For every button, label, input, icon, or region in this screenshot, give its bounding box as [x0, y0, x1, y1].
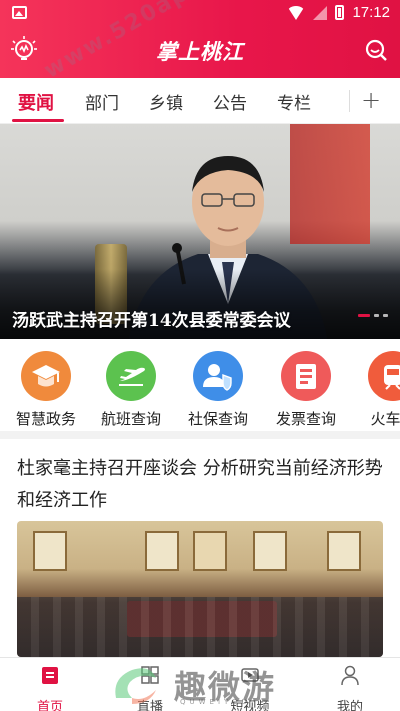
article-title[interactable]: 杜家毫主持召开座谈会 分析研究当前经济形势和经济工作: [17, 453, 387, 517]
tab-announcements[interactable]: 公告: [213, 89, 247, 114]
tab-columns[interactable]: 专栏: [277, 89, 311, 114]
wifi-icon: [287, 5, 306, 20]
service-social-security[interactable]: 社保查询: [178, 351, 258, 429]
meeting-attendees: [17, 597, 383, 657]
airplane-icon: [106, 351, 156, 401]
wall-painting: [33, 531, 67, 571]
tab-news[interactable]: 要闻: [18, 89, 54, 115]
nav-live[interactable]: 直播: [110, 664, 190, 711]
service-train-query[interactable]: 火车查: [353, 351, 400, 429]
nav-profile[interactable]: 我的: [310, 664, 390, 711]
wall-portrait: [193, 531, 227, 571]
live-grid-icon: [141, 666, 159, 684]
bottom-nav: 首页 直播 短视频 我的: [0, 657, 400, 711]
nav-label: 直播: [136, 700, 163, 711]
search-icon[interactable]: [364, 38, 388, 62]
tab-towns[interactable]: 乡镇: [149, 89, 183, 114]
service-label: 发票查询: [275, 410, 336, 428]
nav-label: 短视频: [230, 700, 270, 711]
video-icon: [241, 668, 259, 682]
channel-tabs: 要闻 部门 乡镇 公告 专栏 +: [0, 78, 400, 124]
image-notification-icon: [12, 6, 27, 19]
service-invoice-query[interactable]: 发票查询: [266, 351, 346, 429]
wall-painting: [253, 531, 287, 571]
nav-short-video[interactable]: 短视频: [210, 664, 290, 711]
mortarboard-icon: [21, 351, 71, 401]
battery-icon: [335, 5, 345, 20]
active-tab-indicator: [12, 119, 64, 122]
nav-label: 首页: [36, 700, 63, 711]
invoice-icon: [281, 351, 331, 401]
carousel-dot-active: [358, 314, 370, 317]
carousel-dot: [383, 314, 388, 317]
tab-divider: [349, 90, 350, 112]
train-icon: [368, 351, 400, 401]
nav-label: 我的: [336, 700, 363, 711]
wall-painting: [327, 531, 361, 571]
service-label: 社保查询: [187, 410, 248, 428]
banner-title[interactable]: 汤跃武主持召开第14次县委常委会议: [12, 306, 352, 331]
shield-person-icon: [193, 351, 243, 401]
article-thumbnail[interactable]: [17, 521, 383, 657]
nav-home[interactable]: 首页: [10, 664, 90, 711]
user-icon: [341, 665, 359, 686]
status-time: 17:12: [352, 4, 390, 21]
service-label: 航班查询: [100, 410, 161, 428]
service-label: 智慧政务: [15, 410, 76, 428]
signal-icon: [313, 5, 328, 20]
service-flight-query[interactable]: 航班查询: [91, 351, 171, 429]
carousel-indicator: [358, 314, 388, 317]
service-label: 火车查: [370, 410, 400, 428]
home-icon: [42, 667, 58, 684]
carousel-dot: [374, 314, 379, 317]
wall-painting: [145, 531, 179, 571]
add-channel-button[interactable]: +: [361, 86, 381, 114]
service-smart-government[interactable]: 智慧政务: [6, 351, 86, 429]
quick-services: 智慧政务 航班查询 社保查询 发票查询 火车: [0, 339, 400, 439]
status-bar: 17:12: [0, 0, 400, 26]
tab-departments[interactable]: 部门: [85, 89, 119, 114]
